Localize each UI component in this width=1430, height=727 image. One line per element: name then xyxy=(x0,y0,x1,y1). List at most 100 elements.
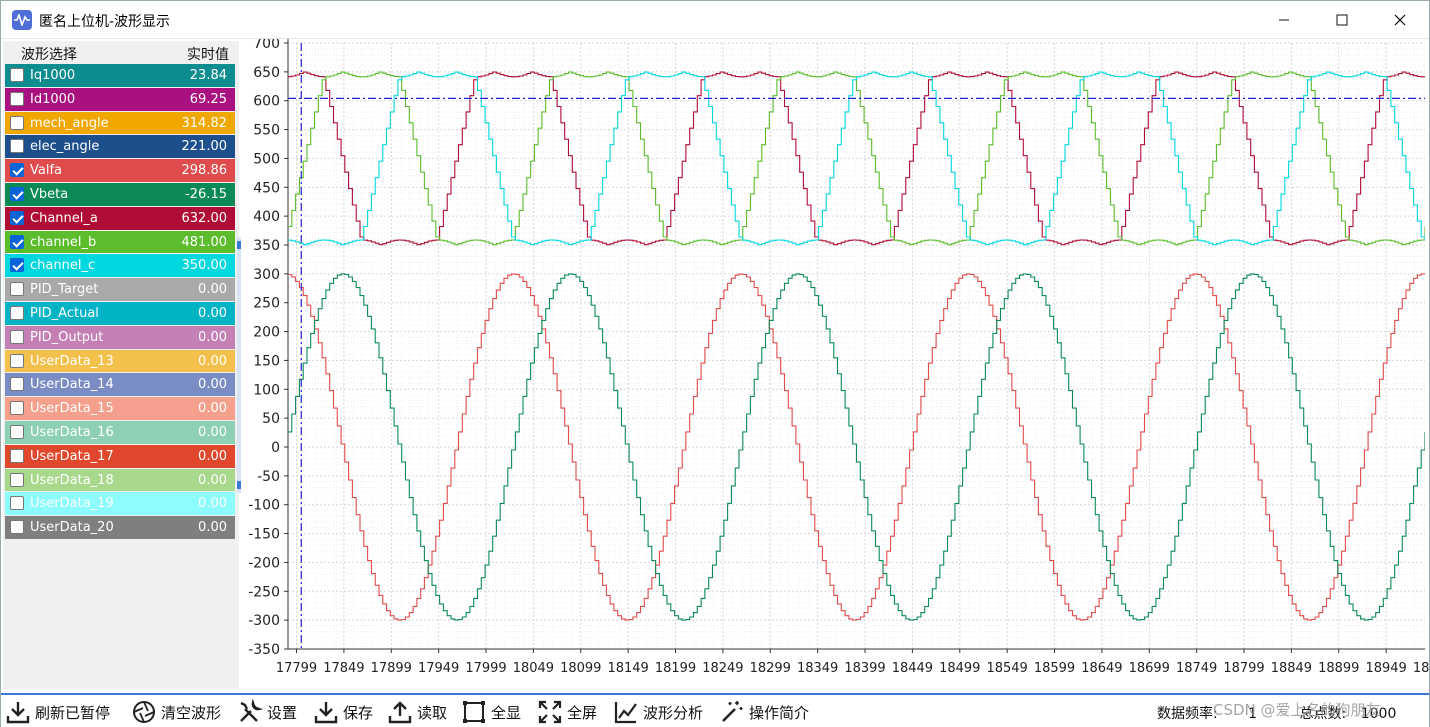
channel-checkbox[interactable] xyxy=(10,305,24,320)
download-icon xyxy=(5,699,35,725)
channel-row[interactable]: UserData_13 0.00 xyxy=(5,349,235,374)
x-tick-label: 18049 xyxy=(513,661,554,676)
channel-checkbox[interactable] xyxy=(10,91,24,106)
minimize-button[interactable] xyxy=(1255,1,1313,39)
channel-row[interactable]: UserData_20 0.00 xyxy=(5,516,235,540)
channel-checkbox[interactable] xyxy=(10,401,24,416)
x-tick-label: 18349 xyxy=(797,661,838,676)
channel-value: 632.00 xyxy=(181,210,228,226)
channel-checkbox[interactable] xyxy=(10,258,24,273)
x-tick-label: 18449 xyxy=(892,661,933,676)
channel-name: UserData_15 xyxy=(30,401,114,417)
channel-value: 23.84 xyxy=(189,68,227,83)
channel-row[interactable]: UserData_15 0.00 xyxy=(5,397,235,421)
toolbar-button-label: 设置 xyxy=(267,703,298,722)
channel-checkbox[interactable] xyxy=(10,424,24,439)
channel-value: 0.00 xyxy=(198,520,227,536)
toolbar-button-label: 操作简介 xyxy=(749,703,810,722)
channel-row[interactable]: channel_b 481.00 xyxy=(5,230,235,255)
close-button[interactable] xyxy=(1371,1,1429,39)
channel-row[interactable]: PID_Actual 0.00 xyxy=(5,301,235,326)
channel-row[interactable]: Channel_a 632.00 xyxy=(5,206,235,231)
wrench-icon xyxy=(237,699,267,725)
channel-row[interactable]: UserData_16 0.00 xyxy=(5,420,235,445)
channel-row[interactable]: UserData_14 0.00 xyxy=(5,373,235,398)
channel-row[interactable]: UserData_18 0.00 xyxy=(5,468,235,493)
channel-row[interactable]: Vbeta -26.15 xyxy=(5,182,235,207)
channel-value: 350.00 xyxy=(181,258,228,274)
channel-row[interactable]: Id1000 69.25 xyxy=(5,87,235,112)
y-tick-label: -200 xyxy=(248,555,280,571)
toolbar-button-7[interactable]: 全屏 xyxy=(537,698,597,726)
channel-checkbox[interactable] xyxy=(10,520,24,535)
y-tick-label: 700 xyxy=(253,39,280,52)
channel-row[interactable]: Iq1000 23.84 xyxy=(5,64,235,88)
channel-checkbox[interactable] xyxy=(10,115,24,130)
y-tick-label: 250 xyxy=(253,296,280,312)
x-tick-label: 18949 xyxy=(1365,661,1406,676)
channel-row[interactable]: UserData_17 0.00 xyxy=(5,444,235,469)
y-tick-label: 50 xyxy=(262,411,280,427)
channel-value: 0.00 xyxy=(198,401,227,417)
channel-checkbox[interactable] xyxy=(10,139,24,154)
toolbar-button-4[interactable]: 保存 xyxy=(313,698,373,726)
channel-row[interactable]: UserData_19 0.00 xyxy=(5,492,235,517)
x-tick-label: 18699 xyxy=(1129,661,1170,676)
channel-value: 0.00 xyxy=(198,496,227,512)
channel-list-header: 波形选择 实时值 xyxy=(3,41,235,63)
channel-value: -26.15 xyxy=(185,186,227,202)
y-tick-label: 150 xyxy=(253,353,280,369)
waveform-chart-svg[interactable]: 7006506005505004504003503002502001501005… xyxy=(241,39,1429,689)
channel-row[interactable]: channel_c 350.00 xyxy=(5,254,235,279)
channel-value: 0.00 xyxy=(198,353,227,369)
close-icon xyxy=(1394,14,1406,26)
channel-row[interactable]: PID_Output 0.00 xyxy=(5,325,235,350)
channel-name: UserData_13 xyxy=(30,353,114,369)
toolbar-button-6[interactable]: 全显 xyxy=(461,698,521,726)
channel-value: 481.00 xyxy=(181,234,228,250)
channel-row[interactable]: Valfa 298.86 xyxy=(5,159,235,183)
maximize-button[interactable] xyxy=(1313,1,1371,39)
channel-checkbox[interactable] xyxy=(10,186,24,201)
y-tick-label: 500 xyxy=(253,151,280,167)
channel-checkbox[interactable] xyxy=(10,353,24,368)
toolbar-button-label: 清空波形 xyxy=(161,703,222,722)
y-tick-label: 100 xyxy=(253,382,280,398)
channel-checkbox[interactable] xyxy=(10,234,24,249)
x-tick-label: 18299 xyxy=(750,661,791,676)
x-tick-label: 18999 xyxy=(1413,661,1429,676)
toolbar-button-1[interactable]: 刷新已暂停 xyxy=(5,698,110,726)
channel-value: 221.00 xyxy=(181,139,228,155)
toolbar-button-2[interactable]: 清空波形 xyxy=(131,698,221,726)
waveform-chart[interactable]: 700 650 600 550 500 450 400 350 300 250 200 150 100 5… xyxy=(241,39,1429,689)
x-tick-label: 18899 xyxy=(1318,661,1359,676)
fullscreen-icon xyxy=(537,699,567,725)
toolbar-button-label: 波形分析 xyxy=(643,703,704,722)
channel-row[interactable]: PID_Target 0.00 xyxy=(5,278,235,302)
magic-wand-icon xyxy=(719,699,749,725)
toolbar-button-5[interactable]: 读取 xyxy=(387,698,447,726)
y-tick-label: 0 xyxy=(271,440,280,456)
channel-row[interactable]: elec_angle 221.00 xyxy=(5,135,235,160)
channel-name: PID_Actual xyxy=(30,305,99,321)
channel-name: Valfa xyxy=(30,163,63,179)
channel-name: Channel_a xyxy=(30,210,98,226)
channel-checkbox[interactable] xyxy=(10,68,24,82)
channel-row[interactable]: mech_angle 314.82 xyxy=(5,111,235,136)
channel-checkbox[interactable] xyxy=(10,448,24,463)
channel-checkbox[interactable] xyxy=(10,163,24,178)
channel-checkbox[interactable] xyxy=(10,496,24,511)
toolbar-button-9[interactable]: 操作简介 xyxy=(719,698,809,726)
channel-checkbox[interactable] xyxy=(10,282,24,297)
channel-checkbox[interactable] xyxy=(10,210,24,225)
channel-checkbox[interactable] xyxy=(10,329,24,344)
channel-name: Vbeta xyxy=(30,186,69,202)
channel-name: mech_angle xyxy=(30,115,109,131)
toolbar-button-8[interactable]: 波形分析 xyxy=(613,698,703,726)
channel-name: channel_b xyxy=(30,234,97,250)
x-tick-label: 17799 xyxy=(276,661,317,676)
toolbar-button-3[interactable]: 设置 xyxy=(237,698,297,726)
channel-checkbox[interactable] xyxy=(10,377,24,392)
channel-checkbox[interactable] xyxy=(10,472,24,487)
channel-value: 0.00 xyxy=(198,377,227,393)
